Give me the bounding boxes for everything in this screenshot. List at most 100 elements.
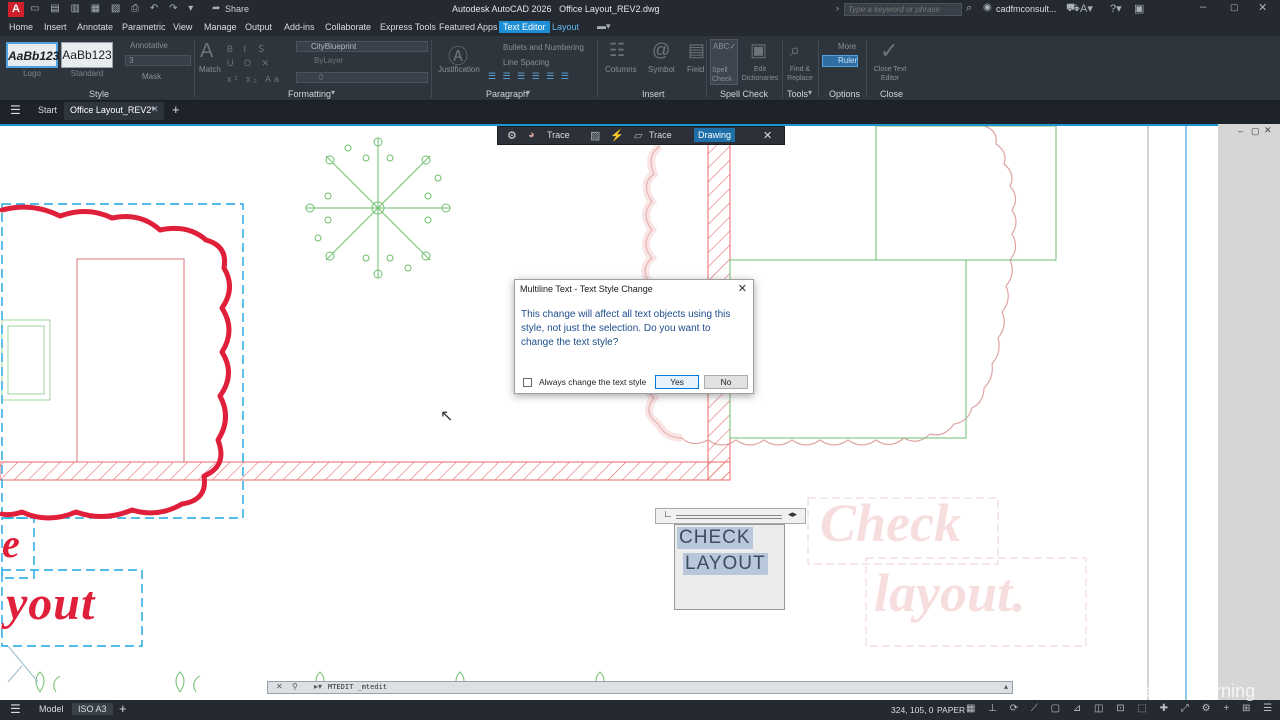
command-prompt-icon[interactable]: ▸▾ bbox=[314, 682, 322, 691]
new-tab-icon[interactable]: + bbox=[172, 102, 180, 117]
tab-text-editor[interactable]: Text Editor bbox=[499, 21, 550, 33]
tab-add-ins[interactable]: Add-ins bbox=[284, 22, 315, 32]
more-button[interactable]: More bbox=[838, 42, 856, 51]
viewport-close-icon[interactable]: ✕ bbox=[1264, 125, 1272, 136]
field-button[interactable]: Field bbox=[687, 65, 704, 74]
case-icons[interactable]: x² x₂ Aa bbox=[227, 74, 282, 84]
status-toolbar-icons[interactable]: ▦ ⊥ ⟳ ⟋ ▢ ⊿ ◫ ⊡ ⬚ ✚ ⤢ ⚙ + ⊞ ☰ bbox=[966, 703, 1277, 714]
mtext-editor[interactable]: CHECK LAYOUT bbox=[674, 524, 785, 610]
drawing-button[interactable]: Drawing bbox=[694, 128, 736, 142]
command-line[interactable]: ✕ ⚲ ▸▾ MTEDIT _mtedit ▴ bbox=[267, 681, 1013, 694]
match-button[interactable]: Match bbox=[199, 65, 221, 74]
checkmark-icon[interactable]: ✓ bbox=[880, 38, 898, 64]
left-markup-text-yout[interactable]: yout bbox=[6, 576, 95, 631]
close-tab-icon[interactable]: ✕ bbox=[151, 104, 159, 115]
viewport-minimize-icon[interactable]: – bbox=[1238, 126, 1243, 136]
search-input[interactable] bbox=[844, 3, 962, 16]
find-replace-button[interactable]: Find & Replace bbox=[784, 65, 816, 83]
close-toolbar-icon[interactable]: ✕ bbox=[763, 129, 772, 142]
annotative-toggle[interactable]: Annotative bbox=[130, 41, 168, 50]
tab-start[interactable]: Start bbox=[38, 105, 57, 115]
spell-check-button[interactable]: ABC✓ Spell Check bbox=[710, 39, 738, 85]
image-icon[interactable]: ▨ bbox=[590, 129, 600, 142]
ruler-resize-icon[interactable]: ◂▸ bbox=[788, 509, 797, 520]
command-settings-icon[interactable]: ⚲ bbox=[292, 682, 298, 691]
viewport-restore-icon[interactable]: ▢ bbox=[1251, 126, 1260, 137]
coordinates-readout[interactable]: 324, 105, 0 bbox=[891, 705, 934, 715]
always-change-checkbox[interactable] bbox=[523, 378, 532, 387]
cart-icon[interactable]: ⛟ bbox=[1066, 2, 1080, 16]
no-button[interactable]: No bbox=[704, 375, 748, 389]
always-change-label[interactable]: Always change the text style bbox=[539, 377, 646, 387]
chevron-right-icon[interactable]: › bbox=[836, 3, 839, 13]
panel-title-formatting[interactable]: Formatting bbox=[288, 89, 331, 99]
mask-button[interactable]: Mask bbox=[142, 72, 161, 81]
add-layout-icon[interactable]: + bbox=[119, 701, 127, 716]
command-close-icon[interactable]: ✕ bbox=[276, 682, 283, 691]
columns-icon[interactable]: ☷ bbox=[609, 40, 625, 61]
paper-space-toggle[interactable]: PAPER bbox=[937, 705, 965, 715]
tab-collaborate[interactable]: Collaborate bbox=[325, 22, 371, 32]
drawing-canvas[interactable]: ↖ e yout Check layout. bbox=[0, 124, 1218, 700]
search-icon[interactable]: ⌕ bbox=[966, 2, 972, 15]
tab-manage[interactable]: Manage bbox=[204, 22, 237, 32]
tab-output[interactable]: Output bbox=[245, 22, 272, 32]
bold-italic-icons[interactable]: B I Ｓ bbox=[227, 42, 270, 55]
close-text-editor-button[interactable]: Close Text Editor bbox=[868, 65, 912, 83]
layout-menu-icon[interactable]: ☰ bbox=[10, 702, 21, 716]
tab-home[interactable]: Home bbox=[9, 22, 33, 32]
edit-dictionaries-icon[interactable]: ▣ bbox=[750, 40, 767, 61]
columns-button[interactable]: Columns bbox=[605, 65, 637, 74]
exchange-icon[interactable]: A▾ bbox=[1080, 2, 1093, 15]
restore-icon[interactable]: ▢ bbox=[1230, 2, 1239, 13]
help-icon[interactable]: ?▾ bbox=[1110, 2, 1122, 15]
line-spacing-button[interactable]: Line Spacing bbox=[503, 58, 549, 67]
tab-office-layout[interactable]: Office Layout_REV2* ✕ bbox=[64, 102, 164, 120]
edit-dictionaries-button[interactable]: Edit Dictionaries bbox=[740, 65, 780, 83]
style-swatch-logo[interactable]: AaBb123 bbox=[6, 42, 59, 68]
trace-panel-icon[interactable]: ▱ bbox=[634, 129, 642, 142]
panel-title-tools[interactable]: Tools bbox=[787, 89, 808, 99]
trace-button-1[interactable]: Trace bbox=[547, 130, 570, 140]
align-icons[interactable]: ☰ ☰ ☰ ☰ ☰ ☰ bbox=[488, 71, 571, 82]
style-swatch-standard[interactable]: AaBb123 bbox=[61, 42, 113, 68]
tools-expand-icon[interactable]: ▾ bbox=[808, 88, 812, 97]
mtext-line-2[interactable]: LAYOUT bbox=[683, 553, 768, 575]
command-expand-icon[interactable]: ▴ bbox=[1004, 682, 1008, 691]
tab-insert[interactable]: Insert bbox=[44, 22, 67, 32]
tab-parametric[interactable]: Parametric bbox=[122, 22, 166, 32]
justification-button[interactable]: Justification bbox=[438, 65, 480, 74]
tab-annotate[interactable]: Annotate bbox=[77, 22, 113, 32]
tab-featured-apps[interactable]: Featured Apps bbox=[439, 22, 498, 32]
tab-stop-icon[interactable]: ∟ bbox=[663, 509, 673, 520]
trace-user-icon[interactable]: ◕ bbox=[528, 129, 535, 141]
tab-view[interactable]: View bbox=[173, 22, 192, 32]
find-replace-icon[interactable]: ⌕ bbox=[790, 40, 800, 61]
share-button[interactable]: Share bbox=[225, 4, 249, 14]
user-icon[interactable]: ◉ bbox=[983, 2, 992, 13]
bullets-numbering-button[interactable]: Bullets and Numbering bbox=[503, 43, 584, 52]
trace-button-2[interactable]: Trace bbox=[649, 130, 672, 140]
autocad-logo[interactable]: A bbox=[8, 2, 24, 17]
text-height-field[interactable]: 3 bbox=[125, 55, 191, 66]
symbol-icon[interactable]: @ bbox=[652, 40, 670, 61]
formatting-expand-icon[interactable]: ▾ bbox=[331, 88, 335, 97]
paragraph-expand-icon[interactable]: ▾ bbox=[526, 88, 530, 97]
quick-access-toolbar[interactable]: ▭ ▤ ▥ ▦ ▧ ⎙ ↶ ↷ ▾ bbox=[30, 3, 197, 14]
layer-select[interactable]: ByLayer bbox=[296, 56, 428, 67]
field-icon[interactable]: ▤ bbox=[688, 40, 705, 61]
tab-express-tools[interactable]: Express Tools bbox=[380, 22, 436, 32]
yes-button[interactable]: Yes bbox=[655, 375, 699, 389]
share-icon[interactable]: ➦ bbox=[212, 3, 220, 14]
tab-layout[interactable]: Layout bbox=[552, 22, 579, 32]
mtext-line-1[interactable]: CHECK bbox=[677, 527, 753, 549]
left-markup-text-e[interactable]: e bbox=[2, 520, 20, 567]
user-name[interactable]: cadfmconsult... bbox=[996, 4, 1057, 14]
mtext-ruler[interactable]: ∟ ◂▸ bbox=[655, 508, 806, 524]
match-properties-icon[interactable]: A bbox=[200, 40, 213, 63]
color-select[interactable]: 0 bbox=[296, 72, 428, 83]
symbol-button[interactable]: Symbol bbox=[648, 65, 675, 74]
close-icon[interactable]: ✕ bbox=[1258, 1, 1267, 14]
underline-overline-icons[interactable]: U O ✕ bbox=[227, 58, 273, 69]
tab-iso-a3[interactable]: ISO A3 bbox=[72, 703, 113, 715]
